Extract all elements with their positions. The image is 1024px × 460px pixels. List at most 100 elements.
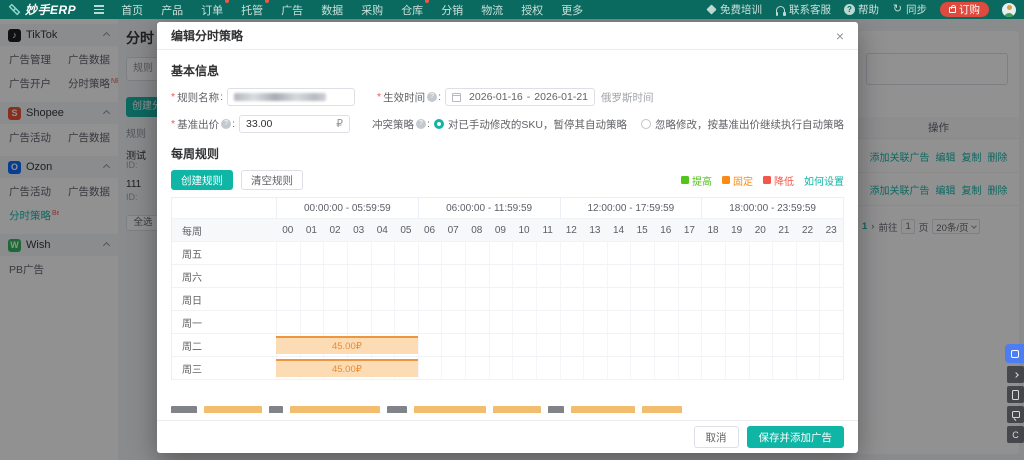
topnav-item-data[interactable]: 数据 [321,2,343,18]
hour-cell[interactable] [394,265,418,287]
date-start[interactable]: 2026-01-16 [469,91,523,103]
contact-service-link[interactable]: 联系客服 [775,2,831,17]
hour-cell[interactable] [725,265,749,287]
hour-cell[interactable] [371,265,395,287]
hour-cell[interactable] [678,242,702,264]
hour-cell[interactable] [512,288,536,310]
how-to-set-link[interactable]: 如何设置 [804,173,844,188]
clear-rule-button[interactable]: 清空规则 [241,170,303,190]
hour-cell[interactable] [560,288,584,310]
hour-cell[interactable] [323,242,347,264]
hour-cell[interactable] [630,288,654,310]
hour-cell[interactable] [489,334,513,356]
hour-cell[interactable] [725,311,749,333]
hour-cell[interactable] [418,265,442,287]
hour-cell[interactable] [536,242,560,264]
hour-cell[interactable] [347,265,371,287]
hour-cell[interactable] [678,311,702,333]
topnav-item-logistics[interactable]: 物流 [481,2,503,18]
hour-cell[interactable] [560,311,584,333]
hour-cell[interactable] [701,265,725,287]
hour-cell[interactable] [678,357,702,379]
hour-cell[interactable] [607,334,631,356]
hour-cell[interactable] [772,334,796,356]
hour-cell[interactable] [701,357,725,379]
hour-cell[interactable] [630,357,654,379]
hour-cell[interactable] [749,311,773,333]
hour-cell[interactable] [512,334,536,356]
hour-cell[interactable] [654,242,678,264]
hour-cell[interactable] [418,334,442,356]
hour-cell[interactable] [300,265,324,287]
rule-bar[interactable]: 45.00₽ [276,336,418,354]
save-and-add-ad-button[interactable]: 保存并添加广告 [747,426,845,448]
hour-cell[interactable] [678,288,702,310]
hour-cell[interactable] [819,288,843,310]
hour-cell[interactable] [749,242,773,264]
hour-cell[interactable] [630,265,654,287]
hour-cell[interactable] [536,265,560,287]
hour-cell[interactable] [607,311,631,333]
hour-cell[interactable] [796,265,820,287]
radio-selected-icon[interactable] [434,119,444,129]
hour-cell[interactable] [819,311,843,333]
hour-cell[interactable] [489,288,513,310]
hour-cell[interactable] [323,311,347,333]
hour-cell[interactable] [300,288,324,310]
hour-cell[interactable] [607,357,631,379]
hour-cell[interactable] [796,334,820,356]
hour-cell[interactable] [394,288,418,310]
hour-cell[interactable] [300,242,324,264]
subscribe-button[interactable]: 订购 [940,2,989,17]
free-training-link[interactable]: 免费培训 [706,2,762,17]
hour-cell[interactable] [749,357,773,379]
hour-cell[interactable] [560,265,584,287]
hour-cell[interactable] [512,242,536,264]
hour-cell[interactable] [749,334,773,356]
hour-cell[interactable] [819,242,843,264]
hour-cell[interactable] [347,288,371,310]
hour-cell[interactable] [772,242,796,264]
hour-cell[interactable] [489,265,513,287]
hour-cell[interactable] [607,288,631,310]
hour-cell[interactable] [371,311,395,333]
hour-cell[interactable] [654,357,678,379]
app-logo[interactable]: 妙手ERP [8,1,76,18]
hour-cell[interactable] [276,311,300,333]
conflict-option-1[interactable]: 忽略修改，按基准出价继续执行自动策略 [641,117,844,132]
hour-cell[interactable] [583,265,607,287]
hour-cell[interactable] [300,311,324,333]
topnav-item-distribution[interactable]: 分销 [441,2,463,18]
hour-cell[interactable] [560,242,584,264]
hour-cell[interactable] [725,288,749,310]
hour-cell[interactable] [630,311,654,333]
dock-collapse-button[interactable] [1007,366,1024,383]
hour-cell[interactable] [796,288,820,310]
hour-cell[interactable] [347,311,371,333]
hour-cell[interactable] [678,265,702,287]
rule-bar[interactable]: 45.00₽ [276,359,418,377]
dock-mobile-button[interactable] [1007,386,1024,403]
dock-chat-button[interactable] [1007,406,1024,423]
hour-cell[interactable] [654,311,678,333]
hour-cell[interactable] [772,311,796,333]
hour-cell[interactable] [654,334,678,356]
hour-cell[interactable] [701,311,725,333]
hour-cell[interactable] [796,357,820,379]
dock-translate-button[interactable]: C [1007,426,1024,443]
topnav-item-purchase[interactable]: 采购 [361,2,383,18]
create-rule-button[interactable]: 创建规则 [171,170,233,190]
hour-cell[interactable] [394,242,418,264]
hour-cell[interactable] [276,265,300,287]
hour-cell[interactable] [560,334,584,356]
hour-cell[interactable] [536,288,560,310]
hour-cell[interactable] [418,288,442,310]
hour-cell[interactable] [583,288,607,310]
hour-cell[interactable] [654,288,678,310]
base-bid-input[interactable]: 33.00 ₽ [239,115,350,133]
hour-cell[interactable] [772,288,796,310]
hour-cell[interactable] [512,357,536,379]
topnav-item-ads[interactable]: 广告 [281,2,303,18]
topnav-item-home[interactable]: 首页 [121,2,143,18]
hour-cell[interactable] [465,288,489,310]
